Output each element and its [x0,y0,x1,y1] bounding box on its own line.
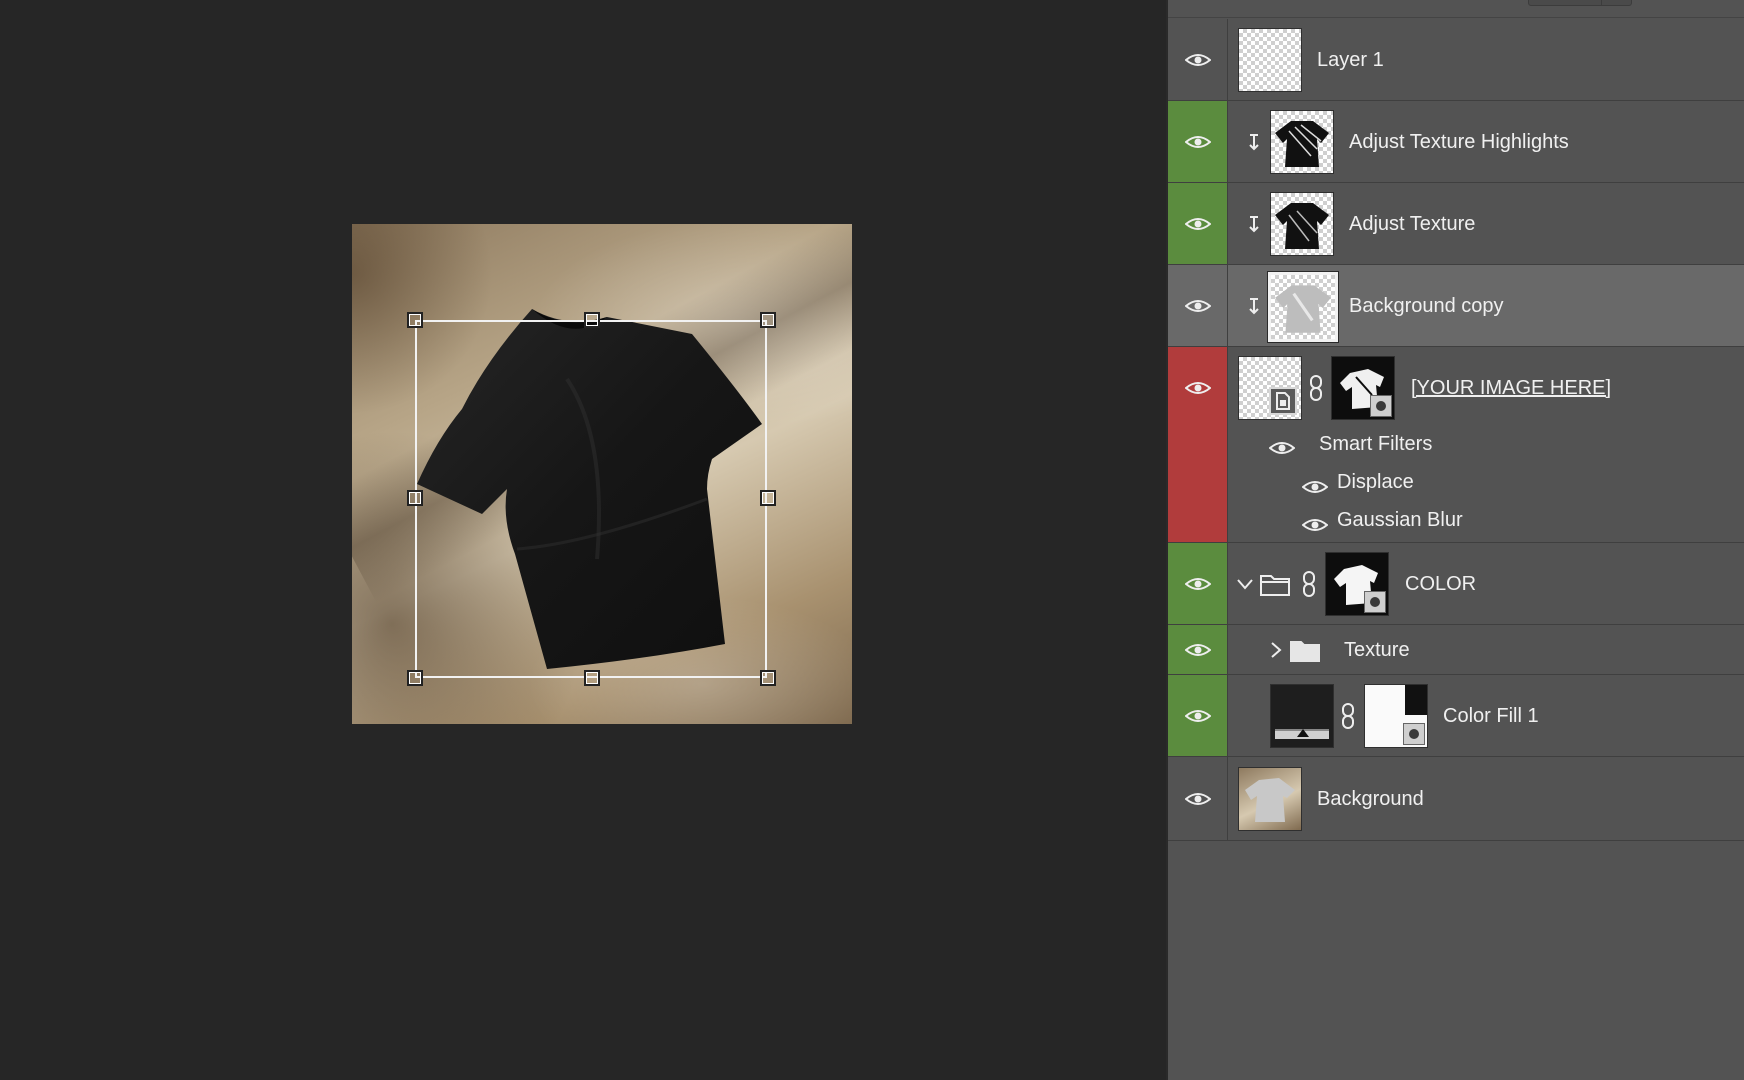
layer-row-color-fill-1[interactable]: Color Fill 1 [1168,675,1744,757]
mask-badge-icon [1370,395,1392,417]
transform-handle-bottom-right[interactable] [760,670,776,686]
eye-icon[interactable] [1185,643,1211,657]
layer-row-background[interactable]: Background [1168,757,1744,841]
panel-options-bar [1168,0,1744,18]
transform-handle-middle-left[interactable] [407,490,423,506]
folder-icon [1260,575,1290,596]
eye-icon[interactable] [1185,299,1211,313]
visibility-cell[interactable] [1168,625,1228,674]
layer-name[interactable]: Texture [1344,639,1410,662]
smart-filters-label[interactable]: Smart Filters [1319,433,1432,456]
layer-name[interactable]: Color Fill 1 [1443,705,1539,728]
mask-badge-icon [1364,591,1386,613]
transform-handle-middle-right[interactable] [760,490,776,506]
layer-name[interactable]: Adjust Texture Highlights [1349,131,1569,154]
eye-icon[interactable] [1302,480,1328,494]
folder-icon [1290,641,1320,662]
visibility-cell[interactable] [1168,757,1228,840]
eye-icon[interactable] [1185,135,1211,149]
filter-displace[interactable]: Displace [1337,471,1414,494]
layer-row-texture-group[interactable]: Texture [1168,625,1744,675]
mask-badge-icon [1403,723,1425,745]
layer-row-adjust-texture[interactable]: Adjust Texture [1168,183,1744,265]
clipping-arrow-icon [1249,134,1259,151]
layer-row-color-group[interactable]: COLOR [1168,543,1744,625]
canvas-area[interactable] [0,0,1166,1080]
tshirt-thumbnail-icon [1275,203,1329,249]
visibility-cell[interactable] [1168,19,1228,100]
layer-row-adjust-texture-highlights[interactable]: Adjust Texture Highlights [1168,101,1744,183]
chevron-down-icon[interactable] [1236,575,1254,593]
eye-icon[interactable] [1269,441,1295,455]
eye-icon[interactable] [1185,381,1211,395]
tshirt-thumbnail-icon [1275,285,1331,333]
layer-name[interactable]: Layer 1 [1317,49,1384,72]
layer-mask-thumbnail[interactable] [1325,552,1389,616]
tshirt-thumbnail-icon [1275,121,1329,167]
layer-name[interactable]: Background [1317,788,1424,811]
visibility-cell[interactable] [1168,543,1228,624]
clipping-arrow-icon [1249,216,1259,233]
chain-link-icon[interactable] [1341,703,1355,729]
layer-row-background-copy[interactable]: Background copy [1168,265,1744,347]
layers-panel: Layer 1 Adjust Texture Highlights Adjust… [1166,0,1744,1080]
chevron-right-icon[interactable] [1267,641,1285,659]
tshirt-thumbnail-icon [1245,778,1295,822]
transform-bounding-box[interactable] [415,320,767,678]
chain-link-icon[interactable] [1302,571,1316,597]
chain-link-icon[interactable] [1309,375,1323,401]
layer-mask-thumbnail[interactable] [1331,356,1395,420]
layer-name[interactable]: [YOUR IMAGE HERE] [1411,377,1611,400]
filter-gaussian-blur[interactable]: Gaussian Blur [1337,509,1463,532]
layer-thumbnail[interactable] [1238,28,1302,92]
layer-thumbnail[interactable] [1270,110,1334,174]
layer-name[interactable]: Background copy [1349,295,1504,318]
layer-name[interactable]: COLOR [1405,573,1476,596]
layer-thumbnail[interactable] [1270,192,1334,256]
transform-handle-top-center[interactable] [584,312,600,328]
eye-icon[interactable] [1302,518,1328,532]
fill-layer-thumbnail[interactable] [1270,684,1334,748]
mask-black-region [1405,685,1427,715]
clipping-arrow-icon [1249,298,1259,315]
layer-row-layer-1[interactable]: Layer 1 [1168,19,1744,101]
eye-icon[interactable] [1185,53,1211,67]
eye-icon[interactable] [1185,792,1211,806]
transform-handle-bottom-left[interactable] [407,670,423,686]
transform-handle-top-right[interactable] [760,312,776,328]
visibility-cell[interactable] [1168,183,1228,264]
layer-row-your-image-here[interactable]: [YOUR IMAGE HERE] Smart Filters Displace… [1168,347,1744,543]
smart-object-icon [1269,387,1297,415]
eye-icon[interactable] [1185,217,1211,231]
transform-handle-bottom-center[interactable] [584,670,600,686]
transform-handle-top-left[interactable] [407,312,423,328]
visibility-cell[interactable] [1168,101,1228,182]
layer-mask-thumbnail[interactable] [1364,684,1428,748]
fill-slider-arrow-icon [1297,729,1309,737]
visibility-cell[interactable] [1168,675,1228,756]
smart-object-thumbnail[interactable] [1238,356,1302,420]
panel-options-control[interactable] [1528,0,1632,6]
layer-thumbnail[interactable] [1238,767,1302,831]
layer-thumbnail[interactable] [1267,271,1339,343]
eye-icon[interactable] [1185,709,1211,723]
visibility-cell[interactable] [1168,265,1228,346]
eye-icon[interactable] [1185,577,1211,591]
visibility-cell[interactable] [1168,347,1228,542]
layer-name[interactable]: Adjust Texture [1349,213,1475,236]
